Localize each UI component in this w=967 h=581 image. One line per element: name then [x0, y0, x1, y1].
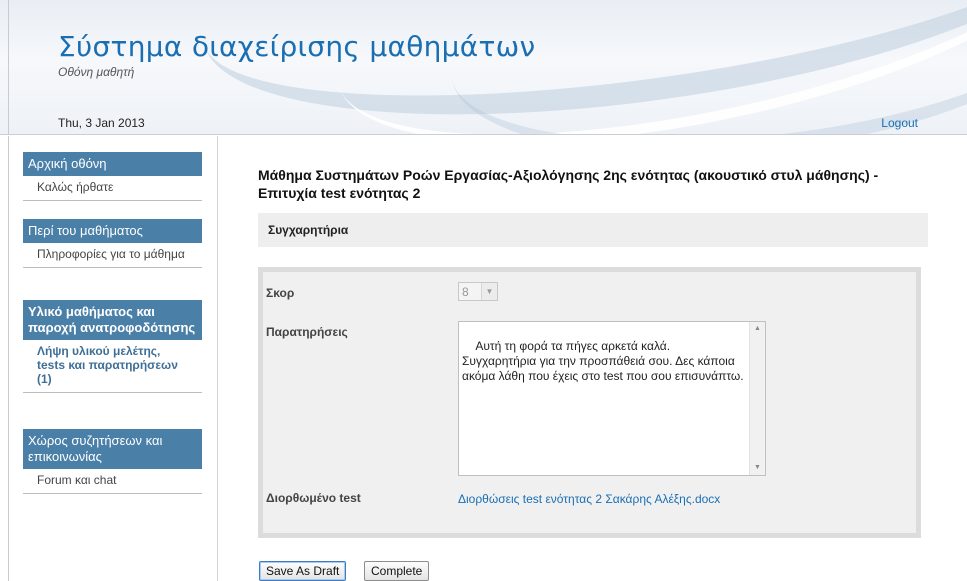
app-title: Σύστημα διαχείρισης μαθημάτων	[58, 30, 536, 63]
logout-link[interactable]: Logout	[881, 116, 918, 130]
nav-item-welcome[interactable]: Καλώς ήρθατε	[23, 176, 202, 201]
complete-button[interactable]: Complete	[364, 561, 430, 581]
scroll-down-icon[interactable]: ▼	[750, 461, 765, 475]
current-date: Thu, 3 Jan 2013	[58, 116, 145, 130]
scroll-up-icon[interactable]: ▲	[750, 322, 765, 336]
section-header: Συγχαρητήρια	[258, 213, 928, 247]
score-value: 8	[462, 285, 469, 299]
nav-group-home: Αρχική οθόνη Καλώς ήρθατε	[23, 152, 202, 201]
nav-header-about[interactable]: Περί του μαθήματος	[23, 219, 202, 243]
sidebar-nav: Αρχική οθόνη Καλώς ήρθατε Περί του μαθήμ…	[0, 136, 218, 581]
remarks-scrollbar[interactable]: ▲ ▼	[749, 322, 765, 475]
corrected-test-label: Διορθωμένο test	[266, 491, 361, 505]
score-select[interactable]: 8 ▼	[458, 282, 498, 301]
remarks-textarea[interactable]: Αυτή τη φορά τα πήγες αρκετά καλά. Συγχα…	[458, 321, 766, 476]
corrected-test-file-link[interactable]: Διορθώσεις test ενότητας 2 Σακάρης Αλέξη…	[458, 492, 720, 506]
remarks-label: Παρατηρήσεις	[266, 325, 348, 339]
nav-item-course-info[interactable]: Πληροφορίες για το μάθημα	[23, 243, 202, 268]
page-title: Μάθημα Συστημάτων Ροών Εργασίας-Αξιολόγη…	[258, 167, 879, 201]
nav-item-forum-chat[interactable]: Forum και chat	[23, 469, 202, 494]
nav-item-download-material[interactable]: Λήψη υλικού μελέτης, tests και παρατηρήσ…	[23, 340, 202, 393]
nav-group-discussion: Χώρος συζητήσεων και επικοινωνίας Forum …	[23, 429, 202, 494]
nav-group-about: Περί του μαθήματος Πληροφορίες για το μά…	[23, 219, 202, 268]
remarks-text: Αυτή τη φορά τα πήγες αρκετά καλά. Συγχα…	[462, 339, 744, 383]
nav-header-home[interactable]: Αρχική οθόνη	[23, 152, 202, 176]
nav-header-discussion[interactable]: Χώρος συζητήσεων και επικοινωνίας	[23, 429, 202, 469]
nav-header-material[interactable]: Υλικό μαθήματος και παροχή ανατροφοδότησ…	[23, 300, 202, 340]
form-panel: Σκορ 8 ▼ Παρατηρήσεις Αυτή τη φορά τα πή…	[258, 267, 921, 538]
nav-group-material: Υλικό μαθήματος και παροχή ανατροφοδότησ…	[23, 300, 202, 393]
app-header: Σύστημα διαχείρισης μαθημάτων Οθόνη μαθη…	[0, 0, 967, 135]
score-label: Σκορ	[266, 286, 295, 300]
save-as-draft-button[interactable]: Save As Draft	[259, 561, 347, 581]
app-subtitle: Οθόνη μαθητή	[58, 65, 135, 79]
chevron-down-icon: ▼	[481, 283, 497, 300]
